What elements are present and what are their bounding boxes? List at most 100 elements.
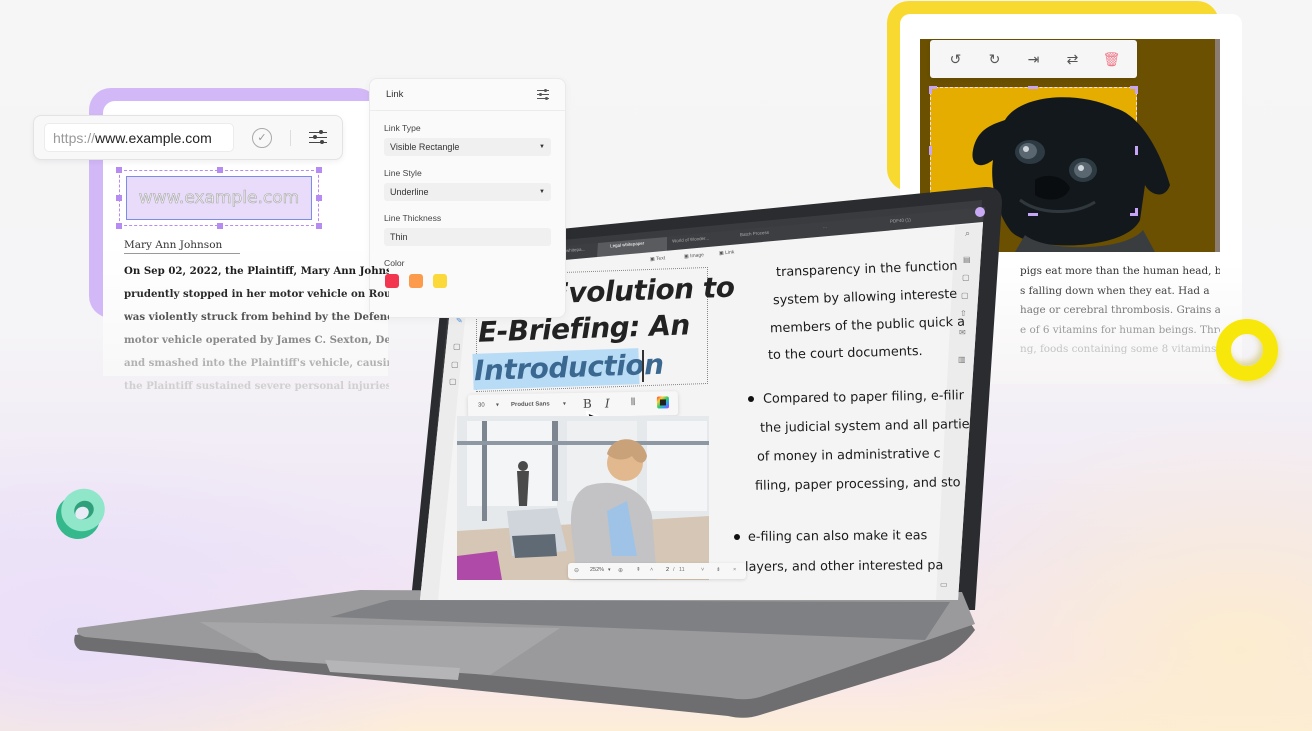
url-input[interactable]: https:// www.example.com (44, 123, 234, 152)
body-line: e-filing can also make it eas (747, 528, 928, 545)
chat-icon[interactable]: ▭ (940, 580, 948, 589)
zoom-out-icon[interactable]: ⊖ (574, 567, 579, 574)
convert-icon[interactable]: ▢ (962, 273, 970, 282)
link-annotation-selection[interactable]: www.example.com (116, 167, 322, 229)
rotate-left-icon[interactable]: ↺ (946, 49, 966, 69)
resize-handle[interactable] (116, 195, 122, 201)
text-tool-label: Text (655, 255, 666, 263)
dropdown-caret-icon: ▾ (608, 567, 611, 573)
resize-handle[interactable] (217, 223, 223, 229)
sidebar-icon-pages[interactable]: ▢ (453, 342, 461, 351)
resize-handle[interactable] (217, 167, 223, 173)
line-style-label: Line Style (384, 168, 422, 178)
doc-line: On Sep 02, 2022, the Plaintiff, Mary Ann… (124, 265, 389, 277)
crop-edge-handle[interactable] (1135, 146, 1138, 155)
url-bar: https:// www.example.com ✓ (33, 115, 343, 160)
ocr-icon[interactable]: ▤ (963, 255, 971, 264)
close-icon[interactable]: × (733, 567, 736, 573)
doc-line: was violently struck from behind by the … (124, 311, 389, 323)
current-page[interactable]: 2 (666, 567, 669, 573)
link-panel-header: Link (370, 79, 565, 111)
color-label: Color (384, 258, 405, 268)
body-line: of money in administrative c (756, 446, 941, 465)
next-page-icon[interactable]: ˅ (701, 567, 704, 573)
divider (290, 129, 291, 146)
green-ring-decoration (56, 488, 105, 539)
rotate-right-icon[interactable]: ↻ (985, 49, 1005, 69)
text-cursor (642, 350, 644, 382)
page-navigation-bar: ⊖ 252% ▾ ⊕ ⇞ ˄ 2 / 11 ˅ ⇟ × (568, 563, 746, 579)
link-tool-label: Link (724, 249, 735, 257)
pug-photo (972, 97, 1170, 252)
color-swatch-orange[interactable] (409, 274, 423, 288)
article-line: ng, foods containing some 8 vitamins are (1020, 343, 1220, 355)
replace-icon[interactable]: ⇄ (1063, 49, 1083, 69)
resize-handle[interactable] (316, 223, 322, 229)
resize-handle[interactable] (116, 223, 122, 229)
article-line: hage or cerebral thrombosis. Grains are … (1020, 304, 1220, 316)
search-icon[interactable]: ⌕ (965, 228, 970, 239)
resize-handle[interactable] (316, 167, 322, 173)
title-line-3: Introduction (473, 347, 665, 388)
crop-corner-handle[interactable] (1135, 208, 1138, 216)
crop-corner-handle[interactable] (929, 86, 932, 94)
crop-edge-handle[interactable] (929, 146, 932, 155)
article-line: pigs eat more than the human head, but y… (1020, 265, 1220, 277)
last-page-icon[interactable]: ⇟ (716, 567, 721, 573)
doc-line: the Plaintiff sustained severe personal … (124, 380, 389, 392)
tab-6[interactable]: ... (823, 224, 827, 229)
dropdown-caret-icon: ▼ (494, 402, 500, 409)
line-thickness-label: Line Thickness (384, 213, 442, 223)
line-style-select[interactable]: Underline ▼ (384, 183, 551, 201)
article-line: s falling down when they eat. Had a (1020, 284, 1210, 297)
font-family-select[interactable]: Product Sans (511, 401, 550, 408)
resize-handle[interactable] (116, 167, 122, 173)
color-swatches (385, 274, 565, 288)
crop-corner-handle[interactable] (1135, 86, 1138, 94)
crop-edge-handle[interactable] (1028, 213, 1038, 216)
pug-article-text: pigs eat more than the human head, but y… (1020, 262, 1220, 360)
line-thickness-value: Thin (390, 232, 408, 242)
sliders-icon[interactable] (309, 129, 327, 146)
bullet-marker (734, 534, 740, 540)
plaintiff-name: Mary Ann Johnson (124, 238, 241, 254)
save-icon[interactable]: ▥ (958, 355, 966, 364)
sliders-icon[interactable] (537, 89, 549, 100)
url-value: www.example.com (95, 129, 212, 146)
extract-icon[interactable]: ⇥ (1024, 49, 1044, 69)
delete-icon[interactable]: 🗑 (1102, 49, 1122, 69)
check-circle-icon[interactable]: ✓ (252, 127, 272, 148)
text-format-toolbar: 30 ▼ Product Sans ▼ B I ⫴ (467, 391, 679, 419)
image-tool-label: Image (689, 252, 705, 260)
color-swatch-yellow[interactable] (433, 274, 447, 288)
protect-icon[interactable]: ▢ (961, 291, 969, 300)
crop-edge-handle[interactable] (1028, 86, 1038, 89)
body-line: layers, and other interested pa (744, 558, 944, 575)
link-type-value: Visible Rectangle (390, 142, 460, 152)
color-picker-icon[interactable] (656, 396, 670, 409)
font-size-select[interactable]: 30 (478, 403, 485, 409)
zoom-level[interactable]: 252% (590, 567, 604, 573)
line-thickness-select[interactable]: Thin (384, 228, 551, 246)
doc-line: and smashed into the Plaintiff's vehicle… (124, 357, 389, 369)
link-type-select[interactable]: Visible Rectangle ▼ (384, 138, 551, 156)
first-page-icon[interactable]: ⇞ (636, 567, 641, 573)
resize-handle[interactable] (316, 195, 322, 201)
sidebar-icon-organize[interactable]: ▢ (449, 377, 457, 386)
total-pages: 11 (679, 567, 685, 573)
page-separator: / (673, 567, 675, 573)
bold-button[interactable]: B (583, 397, 592, 411)
prev-page-icon[interactable]: ˄ (650, 567, 653, 573)
italic-button[interactable]: I (605, 396, 610, 410)
align-left-icon[interactable]: ⫴ (631, 397, 635, 408)
image-edit-toolbar: ↺ ↻ ⇥ ⇄ 🗑 (930, 40, 1137, 78)
zoom-in-icon[interactable]: ⊕ (618, 567, 623, 574)
yellow-ring-decoration (1216, 319, 1278, 381)
url-protocol: https:// (53, 129, 96, 146)
office-photo (457, 416, 709, 580)
dropdown-caret-icon: ▼ (539, 144, 545, 150)
sidebar-icon-forms[interactable]: ▢ (451, 360, 459, 369)
doc-line: prudently stopped in her motor vehicle o… (124, 288, 389, 300)
dropdown-caret-icon: ▼ (539, 189, 545, 195)
line-style-value: Underline (390, 187, 429, 197)
